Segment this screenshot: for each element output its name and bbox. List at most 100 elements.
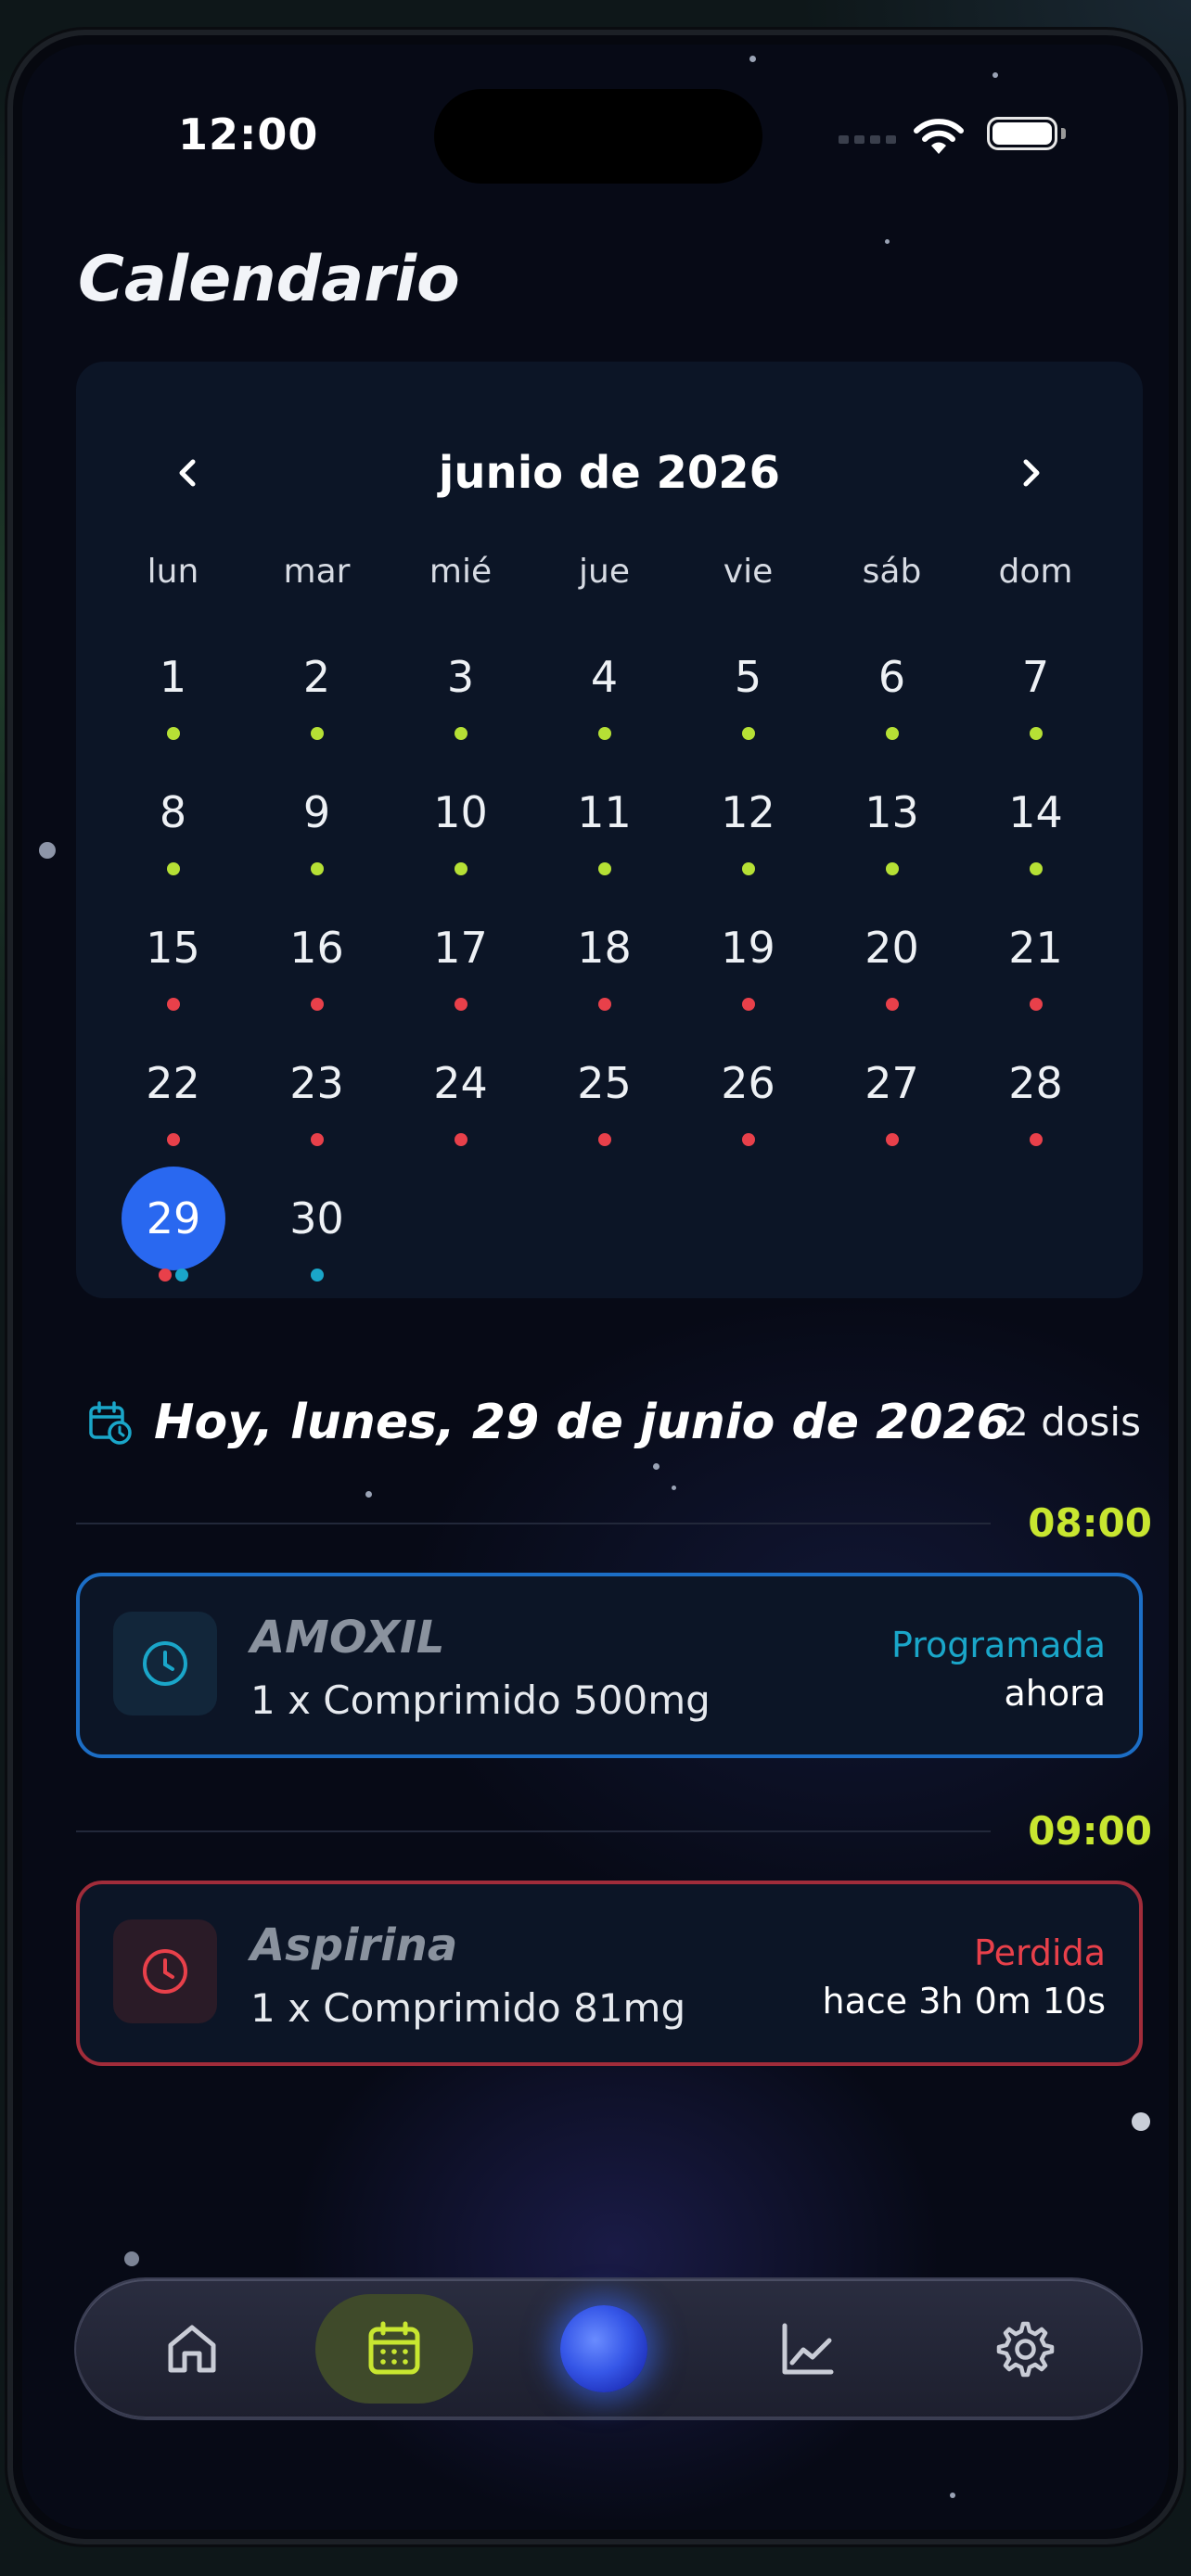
medication-name: AMOXIL [250,1612,445,1664]
day-number: 12 [721,787,775,837]
weekday-label: vie [723,553,774,591]
tab-stats[interactable] [729,2294,887,2404]
calendar-day[interactable]: 7 [964,640,1108,775]
calendar-day[interactable]: 16 [245,911,389,1046]
status-dot [741,1133,755,1146]
day-number: 19 [721,923,775,973]
calendar-day[interactable]: 28 [964,1046,1108,1181]
calendar-day[interactable]: 26 [676,1046,820,1181]
day-grid: 1 2 3 4 5 6 7 8 9 10 11 12 13 14 15 16 17 18 19 20 21 22 23 24 2… [101,640,1108,1317]
calendar-day[interactable]: 2 [245,640,389,775]
calendar-day[interactable]: 23 [245,1046,389,1181]
day-dots [820,862,964,875]
day-number: 18 [577,923,632,973]
calendar-day[interactable]: 13 [820,775,964,911]
day-dots [532,862,676,875]
weekday-label: mar [283,553,351,591]
today-title: Hoy, lunes, 29 de junio de 2026 [154,1395,1010,1450]
divider-line [76,1830,991,1832]
calendar-day[interactable]: 11 [532,775,676,911]
calendar-day[interactable]: 12 [676,775,820,911]
day-dots [101,998,245,1011]
orb-icon[interactable] [560,2305,647,2392]
calendar-day[interactable]: 17 [389,911,532,1046]
calendar-day[interactable]: 14 [964,775,1108,911]
time-divider: 09:00 [76,1808,1152,1855]
wifi-icon [913,117,965,159]
star [672,1486,676,1490]
day-dots [389,998,532,1011]
calendar-day[interactable]: 21 [964,911,1108,1046]
status-dot [310,998,324,1011]
calendar-day[interactable]: 15 [101,911,245,1046]
calendar-day[interactable]: 22 [101,1046,245,1181]
calendar-day[interactable]: 8 [101,775,245,911]
day-dots [101,1269,245,1282]
calendar-day[interactable]: 4 [532,640,676,775]
day-dots [245,1269,389,1282]
dose-card[interactable]: AMOXIL 1 x Comprimido 500mg Programada a… [76,1573,1143,1758]
tab-settings[interactable] [944,2294,1102,2404]
chevron-right-icon[interactable] [1004,445,1059,501]
calendar-day[interactable]: 18 [532,911,676,1046]
day-number: 29 [122,1167,225,1270]
calendar-day[interactable]: 9 [245,775,389,911]
calendar-day[interactable]: 30 [245,1181,389,1317]
day-number: 22 [146,1058,200,1108]
battery-icon [987,117,1057,150]
screen: 12:00 Calendario junio de 2026 lun mar m… [22,45,1169,2530]
star [885,239,890,244]
weekday-label: mié [429,553,493,591]
dose-card[interactable]: Aspirina 1 x Comprimido 81mg Perdida hac… [76,1881,1143,2066]
calendar-day[interactable]: 6 [820,640,964,775]
day-dots [101,727,245,740]
day-number: 2 [302,652,331,702]
status-dot [597,1133,611,1146]
page-title: Calendario [78,243,460,316]
calendar-day[interactable]: 20 [820,911,964,1046]
day-dots [245,1133,389,1146]
calendar-day[interactable]: 10 [389,775,532,911]
divider-line [76,1523,991,1524]
chart-icon [782,2323,834,2375]
calendar-day[interactable]: 27 [820,1046,964,1181]
status-dot [166,727,180,740]
day-number: 17 [433,923,488,973]
calendar-day[interactable]: 1 [101,640,245,775]
signal-icon [839,135,896,144]
dose-detail: 1 x Comprimido 81mg [250,1985,686,2031]
status-dot [166,998,180,1011]
day-number: 26 [721,1058,775,1108]
day-number: 30 [289,1193,344,1243]
status-dot [885,998,899,1011]
star [1132,2112,1150,2131]
status-dot [1029,727,1043,740]
calendar-day[interactable]: 19 [676,911,820,1046]
status-dot [885,727,899,740]
battery-tip [1061,128,1066,139]
calendar-day[interactable]: 5 [676,640,820,775]
status-dot [310,1269,324,1282]
calendar-day[interactable]: 29 [101,1167,245,1317]
calendar-day[interactable]: 3 [389,640,532,775]
tab-calendar[interactable] [315,2294,473,2404]
calendar-day[interactable]: 24 [389,1046,532,1181]
status-dot [1029,1133,1043,1146]
tab-home[interactable] [113,2294,271,2404]
day-number: 14 [1008,787,1063,837]
chevron-left-icon[interactable] [160,445,215,501]
status-dot [741,998,755,1011]
star [992,72,998,78]
day-dots [101,1133,245,1146]
clock-icon [113,1612,217,1715]
day-dots [389,727,532,740]
day-dots [389,1133,532,1146]
day-dots [101,862,245,875]
day-dots [245,998,389,1011]
day-number: 25 [577,1058,632,1108]
star [653,1463,660,1470]
day-number: 3 [446,652,475,702]
calendar-day[interactable]: 25 [532,1046,676,1181]
status-dot [597,727,611,740]
star [749,56,756,62]
